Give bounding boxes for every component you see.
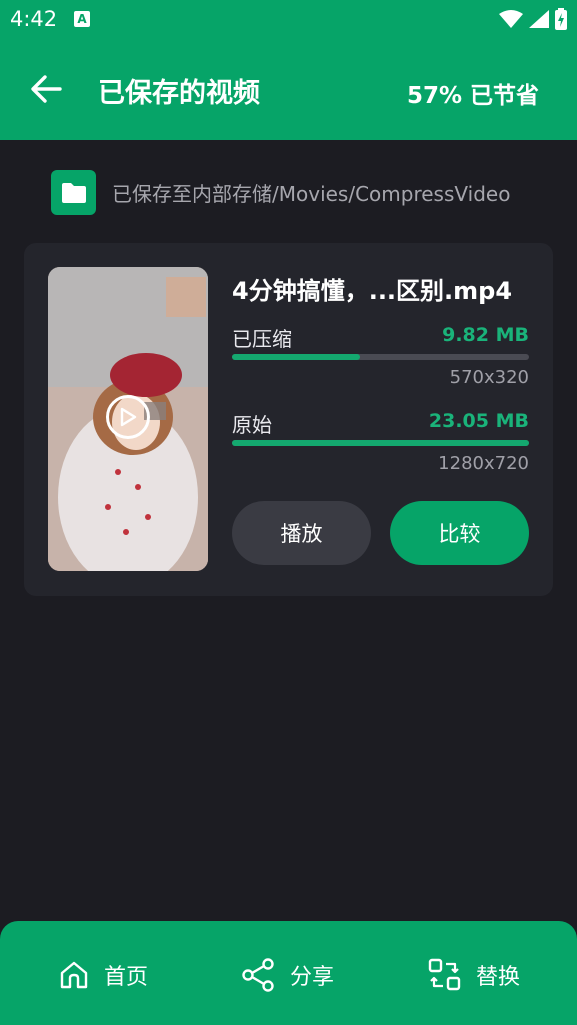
video-thumbnail[interactable] [48, 267, 208, 571]
signal-icon [529, 10, 549, 28]
status-icons [499, 8, 567, 30]
home-icon [60, 961, 88, 989]
original-size: 23.05 MB [428, 410, 529, 432]
original-progress-fill [232, 440, 529, 446]
nav-home[interactable]: 首页 [58, 957, 148, 993]
compressed-label: 已压缩 [232, 327, 292, 351]
nav-share-label: 分享 [290, 965, 335, 990]
play-overlay-icon[interactable] [106, 395, 150, 439]
compressed-progress-track [232, 354, 529, 360]
compressed-resolution: 570x320 [449, 367, 529, 388]
nav-replace[interactable]: 替换 [428, 957, 520, 993]
wifi-icon [499, 10, 523, 28]
savings-percent: 57% 已节省 [406, 83, 539, 109]
nav-share[interactable]: 分享 [242, 957, 334, 993]
app-bar: 已保存的视频 57% 已节省 [0, 40, 577, 140]
compressed-size: 9.82 MB [442, 324, 529, 346]
original-label: 原始 [232, 413, 272, 437]
share-icon [242, 958, 274, 992]
save-path-text: 已保存至内部存储/Movies/CompressVideo [112, 182, 511, 206]
original-resolution: 1280x720 [438, 453, 529, 474]
arrow-left-icon [31, 75, 62, 103]
video-filename: 4分钟搞懂，...区别.mp4 [232, 277, 513, 305]
play-button[interactable]: 播放 [232, 501, 371, 565]
video-card: 4分钟搞懂，...区别.mp4 已压缩 9.82 MB 570x320 原始 2… [24, 243, 553, 596]
compare-button[interactable]: 比较 [390, 501, 529, 565]
status-bar: 4:42 A [0, 0, 577, 40]
original-progress-track [232, 440, 529, 446]
nav-home-label: 首页 [104, 965, 149, 990]
battery-icon [555, 8, 567, 30]
back-button[interactable] [30, 74, 70, 108]
bottom-nav: 首页 分享 替换 [0, 921, 577, 1025]
status-time: 4:42 [10, 7, 58, 31]
save-location: 已保存至内部存储/Movies/CompressVideo [51, 170, 510, 215]
nav-replace-label: 替换 [476, 965, 521, 990]
compressed-progress-fill [232, 354, 360, 360]
page-title: 已保存的视频 [98, 78, 260, 109]
replace-icon [428, 958, 461, 991]
notification-a-icon: A [74, 11, 90, 27]
folder-icon [51, 170, 96, 215]
